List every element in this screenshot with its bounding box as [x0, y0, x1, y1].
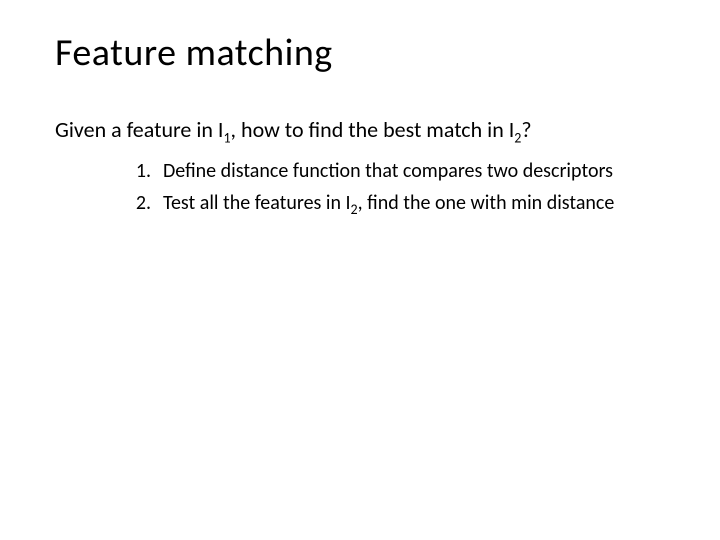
intro-text: Given a feature in I1, how to find the b…: [55, 116, 670, 144]
item-number: 1.: [125, 158, 151, 184]
item-text-post: , find the one with min distance: [358, 191, 615, 215]
list-item: 2. Test all the features in I2, find the…: [125, 190, 670, 216]
intro-part3: ?: [521, 116, 531, 143]
item-number: 2.: [125, 190, 151, 216]
item-text: Define distance function that compares t…: [163, 158, 670, 184]
intro-part1: Given a feature in I: [55, 116, 223, 143]
slide: Feature matching Given a feature in I1, …: [0, 0, 720, 540]
item-text-pre: Test all the features in I: [163, 191, 351, 215]
slide-title: Feature matching: [55, 30, 670, 76]
intro-sub1: 1: [223, 129, 230, 146]
steps-list: 1. Define distance function that compare…: [55, 158, 670, 216]
item-text-sub: 2: [351, 201, 358, 218]
list-item: 1. Define distance function that compare…: [125, 158, 670, 184]
item-text: Test all the features in I2, find the on…: [163, 190, 670, 216]
intro-part2: , how to find the best match in I: [231, 116, 515, 143]
